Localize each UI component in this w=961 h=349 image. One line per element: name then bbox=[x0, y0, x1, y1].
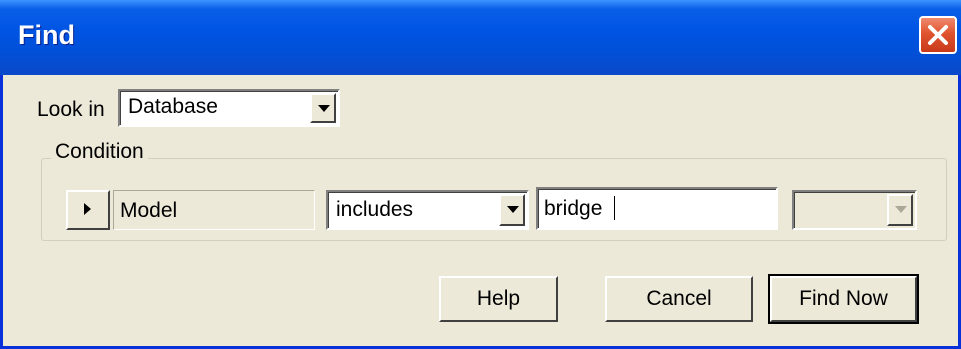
operator-value: includes bbox=[336, 198, 414, 221]
extra-value-dropdown bbox=[792, 190, 917, 230]
chevron-down-icon bbox=[318, 105, 330, 112]
condition-field: Model bbox=[113, 190, 315, 230]
chevron-down-icon bbox=[895, 206, 907, 213]
close-icon bbox=[928, 25, 948, 45]
condition-value-input[interactable]: bridge bbox=[536, 187, 778, 230]
dialog-title: Find bbox=[18, 20, 75, 50]
condition-row-button[interactable] bbox=[66, 190, 110, 230]
close-button[interactable] bbox=[919, 16, 957, 54]
operator-dropdown-button[interactable] bbox=[499, 194, 525, 226]
find-now-button[interactable]: Find Now bbox=[768, 274, 919, 324]
look-in-dropdown[interactable]: Database bbox=[118, 89, 340, 127]
cancel-button[interactable]: Cancel bbox=[605, 276, 753, 322]
help-button[interactable]: Help bbox=[439, 276, 558, 322]
chevron-down-icon bbox=[507, 206, 519, 213]
look-in-value: Database bbox=[128, 95, 218, 118]
look-in-label: Look in bbox=[37, 98, 105, 121]
operator-dropdown[interactable]: includes bbox=[326, 190, 529, 230]
title-bar[interactable]: Find bbox=[0, 0, 961, 75]
condition-value-text: bridge bbox=[544, 197, 603, 220]
find-dialog: Find Look in Database Condition Model in… bbox=[0, 0, 961, 349]
extra-value-dropdown-button bbox=[887, 194, 913, 226]
text-caret bbox=[614, 196, 615, 220]
play-arrow-icon bbox=[84, 203, 91, 215]
condition-legend: Condition bbox=[51, 140, 148, 164]
condition-field-value: Model bbox=[120, 199, 178, 222]
look-in-dropdown-button[interactable] bbox=[310, 93, 336, 123]
